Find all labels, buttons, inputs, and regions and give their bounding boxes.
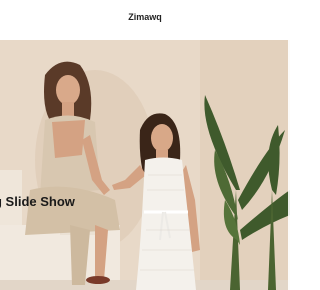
site-header: Zimawq bbox=[0, 0, 290, 40]
slideshow-edge bbox=[288, 40, 290, 290]
hero-slideshow[interactable]: g Slide Show bbox=[0, 40, 290, 290]
slide-photo bbox=[0, 40, 290, 290]
brand-logo[interactable]: Zimawq bbox=[0, 12, 290, 22]
slide-title[interactable]: g Slide Show bbox=[0, 194, 75, 209]
